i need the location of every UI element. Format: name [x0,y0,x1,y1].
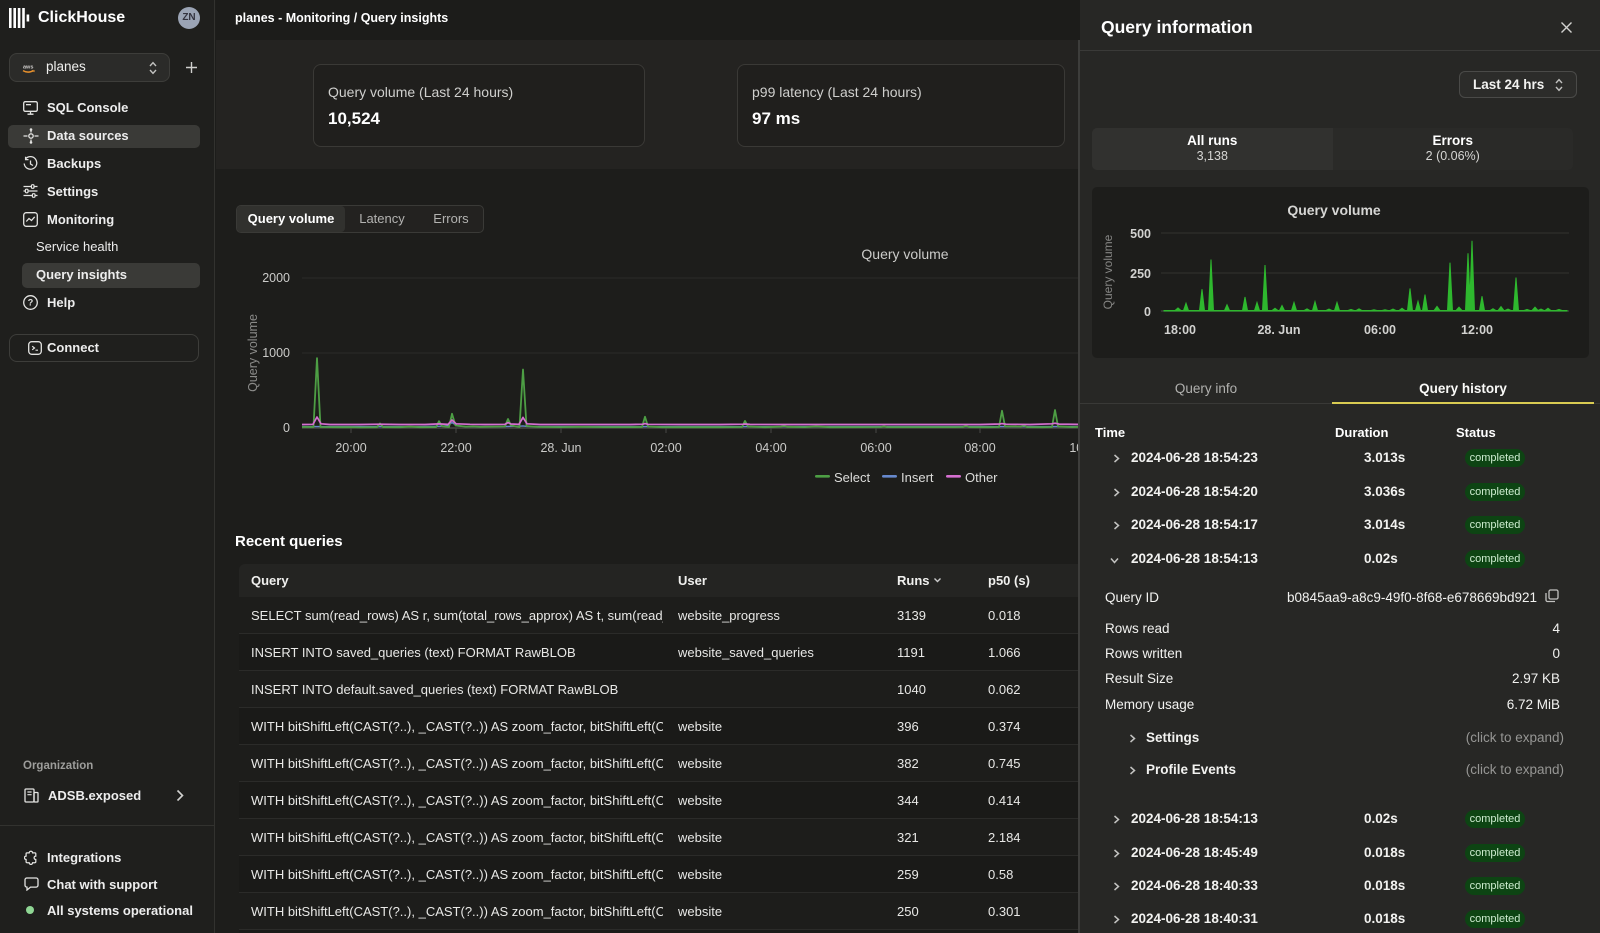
svg-text:06:00: 06:00 [860,441,891,455]
svg-text:08:00: 08:00 [964,441,995,455]
svg-text:250: 250 [1130,267,1151,281]
svg-text:0: 0 [283,421,290,435]
svg-text:?: ? [28,298,34,308]
svg-text:18:00: 18:00 [1164,323,1196,337]
svg-text:28. Jun: 28. Jun [540,441,581,455]
svg-text:Query volume: Query volume [1101,234,1115,309]
svg-text:Select: Select [834,470,871,485]
svg-text:02:00: 02:00 [650,441,681,455]
svg-text:28. Jun: 28. Jun [1257,323,1300,337]
svg-text:20:00: 20:00 [335,441,366,455]
svg-text:Query volume: Query volume [1287,202,1381,218]
svg-text:06:00: 06:00 [1364,323,1396,337]
svg-text:Query volume: Query volume [246,314,260,392]
svg-text:2000: 2000 [262,271,290,285]
svg-text:500: 500 [1130,227,1151,241]
svg-text:12:00: 12:00 [1461,323,1493,337]
svg-text:22:00: 22:00 [440,441,471,455]
svg-text:aws: aws [23,65,33,71]
svg-text:04:00: 04:00 [755,441,786,455]
svg-text:Other: Other [965,470,998,485]
svg-text:Query volume: Query volume [861,246,948,262]
svg-text:0: 0 [1144,305,1151,319]
svg-text:Insert: Insert [901,470,934,485]
svg-text:1000: 1000 [262,346,290,360]
